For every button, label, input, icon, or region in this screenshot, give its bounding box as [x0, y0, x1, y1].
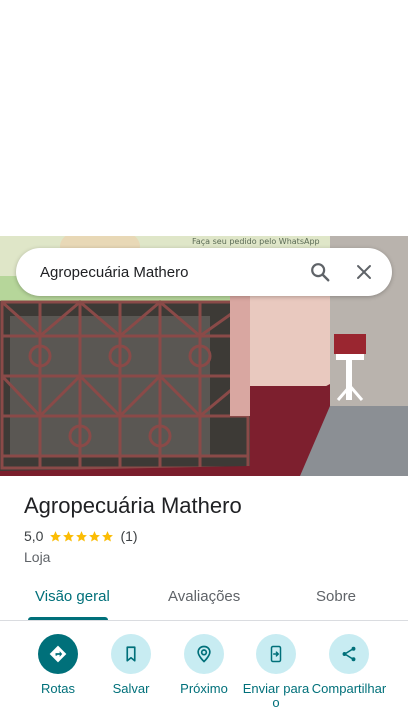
place-category: Loja	[24, 549, 51, 565]
directions-icon	[49, 645, 67, 663]
tab-bar: Visão geral Avaliações Sobre	[0, 576, 408, 621]
review-count[interactable]: (1)	[120, 528, 137, 544]
close-icon[interactable]	[344, 252, 384, 292]
share-icon	[342, 646, 356, 662]
nearby-button[interactable]: Próximo	[166, 634, 242, 696]
directions-button[interactable]: Rotas	[20, 634, 96, 696]
directions-label: Rotas	[41, 681, 75, 696]
active-tab-indicator	[28, 617, 108, 620]
rating-value: 5,0	[24, 528, 44, 544]
nearby-label: Próximo	[180, 681, 228, 696]
star-icon	[89, 530, 101, 541]
star-icon	[102, 530, 114, 541]
tab-overview[interactable]: Visão geral	[35, 588, 110, 605]
bookmark-icon	[126, 646, 136, 662]
share-label: Compartilhar	[311, 681, 387, 696]
star-icon	[76, 530, 88, 541]
send-to-phone-label: Enviar para o	[242, 681, 310, 710]
rating-row[interactable]: 5,0 (1)	[24, 528, 138, 544]
tab-about[interactable]: Sobre	[316, 588, 356, 605]
search-icon[interactable]	[300, 252, 340, 292]
send-to-phone-icon	[270, 645, 282, 663]
banner-text: Faça seu pedido pelo WhatsApp	[192, 237, 320, 246]
tab-reviews[interactable]: Avaliações	[168, 588, 240, 605]
place-title: Agropecuária Mathero	[24, 493, 242, 518]
share-button[interactable]: Compartilhar	[311, 634, 387, 696]
save-button[interactable]: Salvar	[93, 634, 169, 696]
map-blank-area	[0, 0, 408, 236]
nearby-icon	[197, 645, 211, 663]
rating-stars	[49, 530, 114, 543]
save-label: Salvar	[112, 681, 150, 696]
star-icon	[63, 530, 75, 541]
action-bar: Rotas Salvar Próximo Enviar para o Compa…	[0, 634, 408, 712]
search-input[interactable]: Agropecuária Mathero	[40, 264, 300, 281]
search-bar[interactable]: Agropecuária Mathero	[16, 248, 392, 296]
send-to-phone-button[interactable]: Enviar para o	[238, 634, 314, 710]
star-icon	[50, 530, 62, 541]
